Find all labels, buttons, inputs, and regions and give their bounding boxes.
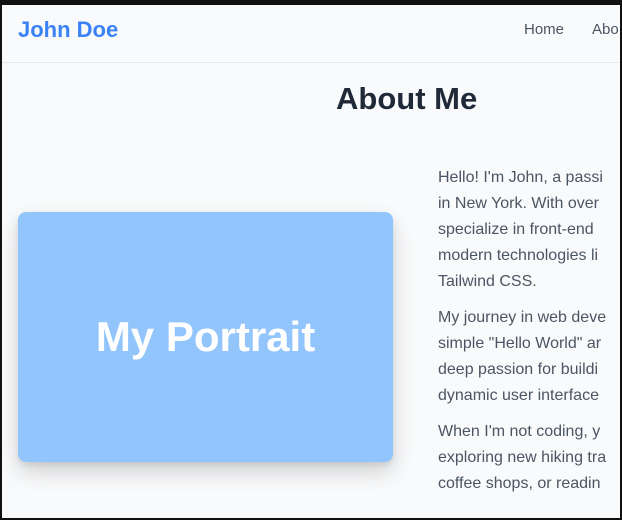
bio-line: Tailwind CSS. [438, 273, 537, 290]
bio-line: specialize in front-end [438, 221, 594, 238]
bio-line: modern technologies li [438, 247, 599, 264]
nav-links: Home Abo [524, 21, 619, 38]
page-title: About Me [336, 81, 478, 116]
browser-frame: John Doe Home Abo About Me My Portrait H… [0, 0, 622, 520]
about-section: About Me My Portrait Hello! I'm John, a … [2, 63, 620, 518]
portrait-label: My Portrait [95, 313, 316, 360]
bio-line: in New York. With over [438, 195, 599, 212]
nav-link-home[interactable]: Home [524, 21, 564, 38]
bio-text: Hello! I'm John, a passi in New York. Wi… [438, 165, 620, 507]
bio-paragraph: Hello! I'm John, a passi in New York. Wi… [438, 165, 620, 295]
nav-link-about[interactable]: Abo [592, 21, 619, 38]
bio-line: When I'm not coding, y [438, 423, 601, 440]
bio-line: exploring new hiking tra [438, 449, 607, 466]
bio-line: deep passion for buildi [438, 361, 599, 378]
bio-line: Hello! I'm John, a passi [438, 169, 603, 186]
brand-logo-link[interactable]: John Doe [18, 17, 118, 43]
navbar: John Doe Home Abo [2, 5, 620, 63]
bio-line: dynamic user interface [438, 387, 599, 404]
bio-line: coffee shops, or readin [438, 475, 601, 492]
bio-paragraph: When I'm not coding, y exploring new hik… [438, 419, 620, 497]
bio-paragraph: My journey in web deve simple "Hello Wor… [438, 305, 620, 409]
bio-line: simple "Hello World" ar [438, 335, 602, 352]
bio-line: My journey in web deve [438, 309, 607, 326]
portrait-placeholder: My Portrait [18, 212, 393, 462]
